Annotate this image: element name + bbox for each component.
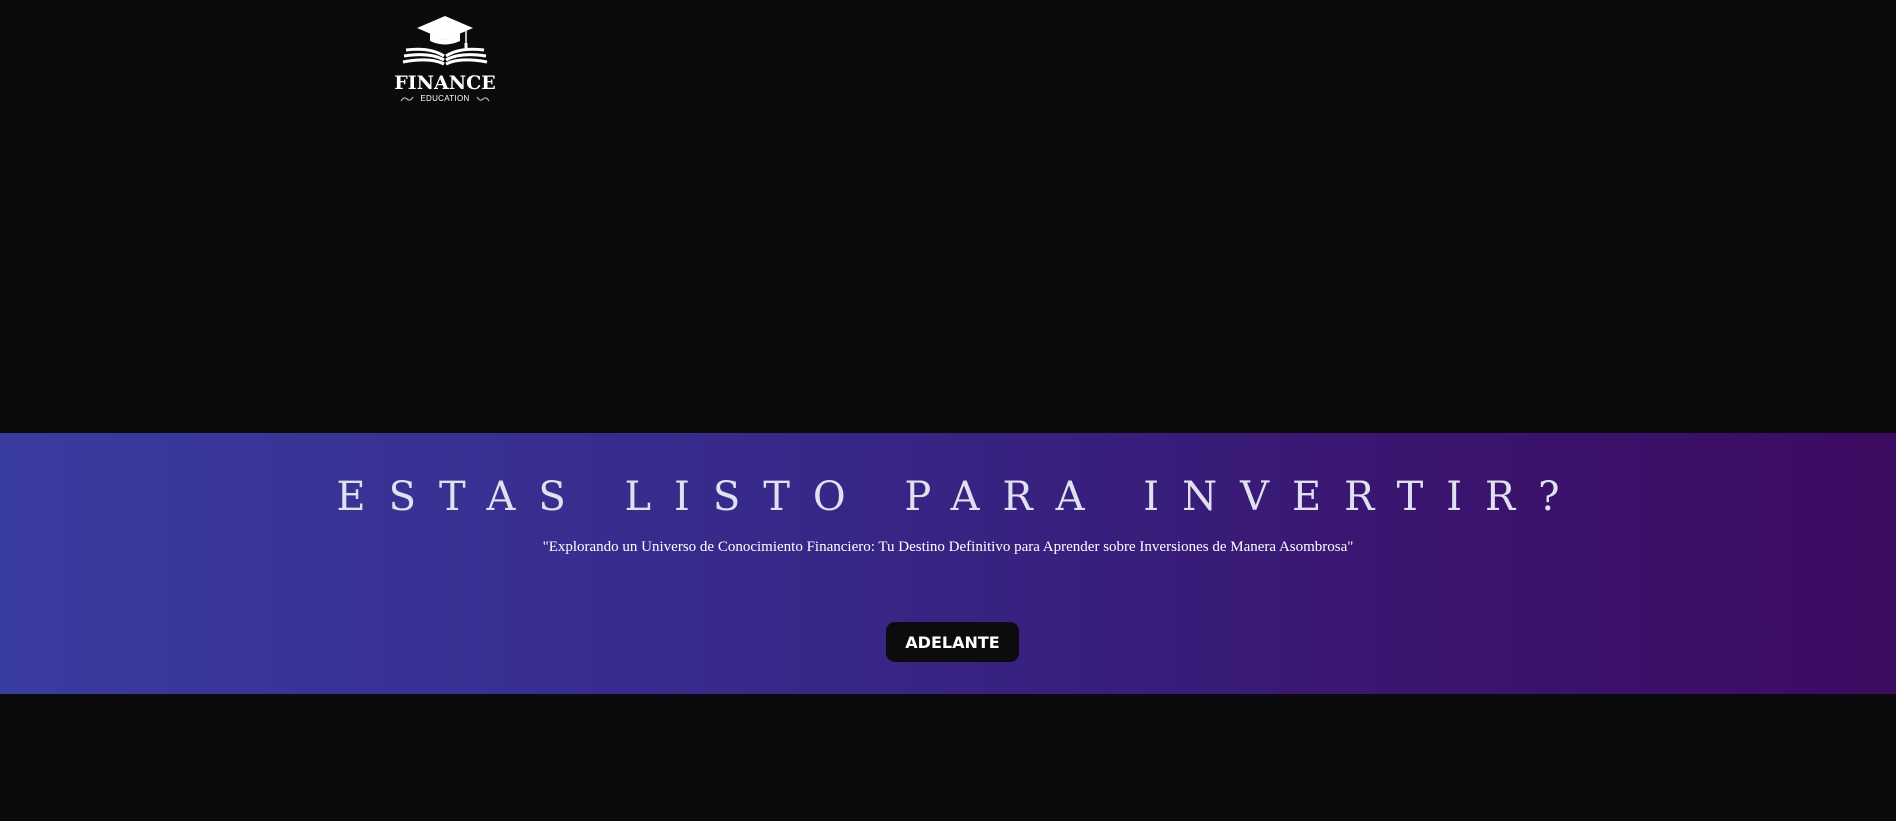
brand-name: FINANCE xyxy=(394,72,496,94)
hero-subtitle: "Explorando un Universo de Conocimiento … xyxy=(542,539,1354,555)
flourish-right-icon xyxy=(476,96,490,101)
adelante-button[interactable]: ADELANTE xyxy=(886,622,1019,662)
logo[interactable]: FINANCE EDUCATION xyxy=(394,14,496,110)
brand-tagline: EDUCATION xyxy=(420,94,470,103)
graduation-cap-open-book-icon xyxy=(402,16,488,66)
hero-banner: ESTAS LISTO PARA INVERTIR? "Explorando u… xyxy=(0,433,1896,694)
brand-tagline-row: EDUCATION xyxy=(400,94,490,103)
hero-title: ESTAS LISTO PARA INVERTIR? xyxy=(336,474,1583,520)
flourish-left-icon xyxy=(400,96,414,101)
